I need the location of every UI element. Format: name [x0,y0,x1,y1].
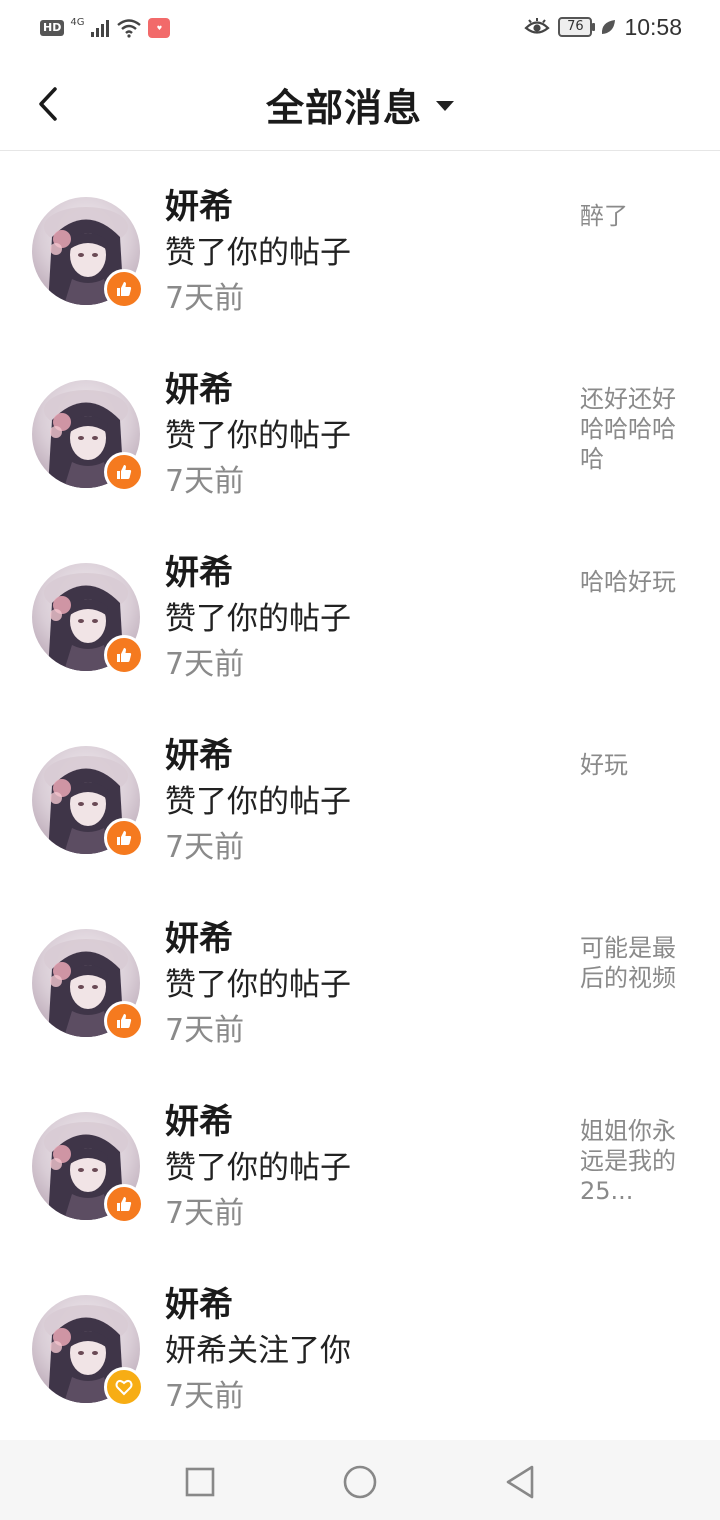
hd-icon: HD [40,20,65,36]
like-badge [104,818,144,858]
app-notification-icon: ♥ [148,18,171,38]
heart-icon [115,1379,133,1396]
thumb-up-icon [117,465,132,479]
thumb-up-icon [117,282,132,296]
circle-icon [343,1465,377,1499]
message-action: 赞了你的帖子 [165,967,351,1003]
triangle-back-icon [506,1465,534,1499]
square-icon [185,1467,215,1497]
thumb-up-icon [117,1197,132,1211]
message-item[interactable]: 妍希 赞了你的帖子 7天前 醉了 [0,151,720,334]
leaf-icon [602,20,616,34]
message-time: 7天前 [165,1013,245,1048]
caret-down-icon [436,101,454,111]
like-badge [104,1184,144,1224]
sender-name[interactable]: 妍希 [165,919,233,959]
back-nav-button[interactable] [500,1462,540,1502]
clock: 10:58 [624,13,682,40]
post-snippet[interactable]: 可能是最后的视频 [580,933,690,993]
message-item[interactable]: 妍希 赞了你的帖子 7天前 还好还好哈哈哈哈哈 [0,334,720,517]
like-badge [104,635,144,675]
message-time: 7天前 [165,1379,245,1414]
message-action: 赞了你的帖子 [165,418,351,454]
message-filter-dropdown[interactable]: 全部消息 [0,78,720,130]
page-title: 全部消息 [265,85,422,130]
recent-apps-button[interactable] [180,1462,220,1502]
network-type-label: 4G [70,16,85,28]
post-snippet[interactable]: 哈哈好玩 [580,567,690,597]
status-left: HD 4G ♥ [40,14,171,42]
thumb-up-icon [117,1014,132,1028]
message-item[interactable]: 妍希 赞了你的帖子 7天前 姐姐你永远是我的25... [0,1066,720,1249]
wifi-icon [117,19,142,38]
status-bar: HD 4G ♥ 76 10:58 [0,0,720,56]
sender-name[interactable]: 妍希 [165,553,233,593]
like-badge [104,269,144,309]
like-badge [104,452,144,492]
message-time: 7天前 [165,281,245,316]
like-badge [104,1001,144,1041]
follow-badge [104,1367,144,1407]
message-time: 7天前 [165,1196,245,1231]
message-time: 7天前 [165,830,245,865]
message-action: 赞了你的帖子 [165,235,351,271]
header: 全部消息 [0,56,720,151]
message-action: 妍希关注了你 [165,1333,351,1369]
thumb-up-icon [117,831,132,845]
thumb-up-icon [117,648,132,662]
sender-name[interactable]: 妍希 [165,370,233,410]
post-snippet[interactable]: 还好还好哈哈哈哈哈 [580,384,690,474]
message-item[interactable]: 妍希 赞了你的帖子 7天前 可能是最后的视频 [0,883,720,1066]
message-time: 7天前 [165,464,245,499]
signal-icon [91,20,110,37]
message-item[interactable]: 妍希 赞了你的帖子 7天前 哈哈好玩 [0,517,720,700]
message-action: 赞了你的帖子 [165,784,351,820]
system-nav-bar [0,1440,720,1520]
message-item[interactable]: 妍希 妍希关注了你 7天前 [0,1249,720,1432]
message-action: 赞了你的帖子 [165,601,351,637]
eye-comfort-icon [524,18,551,34]
battery-indicator: 76 [558,17,596,37]
post-snippet[interactable]: 醉了 [580,201,690,231]
message-action: 赞了你的帖子 [165,1150,351,1186]
sender-name[interactable]: 妍希 [165,187,233,227]
home-button[interactable] [340,1462,380,1502]
message-time: 7天前 [165,647,245,682]
message-item[interactable]: 妍希 赞了你的帖子 7天前 好玩 [0,700,720,883]
status-right: 76 10:58 [524,12,682,42]
sender-name[interactable]: 妍希 [165,1285,233,1325]
post-snippet[interactable]: 姐姐你永远是我的25... [580,1116,690,1206]
sender-name[interactable]: 妍希 [165,1102,233,1142]
sender-name[interactable]: 妍希 [165,736,233,776]
post-snippet[interactable]: 好玩 [580,750,690,780]
